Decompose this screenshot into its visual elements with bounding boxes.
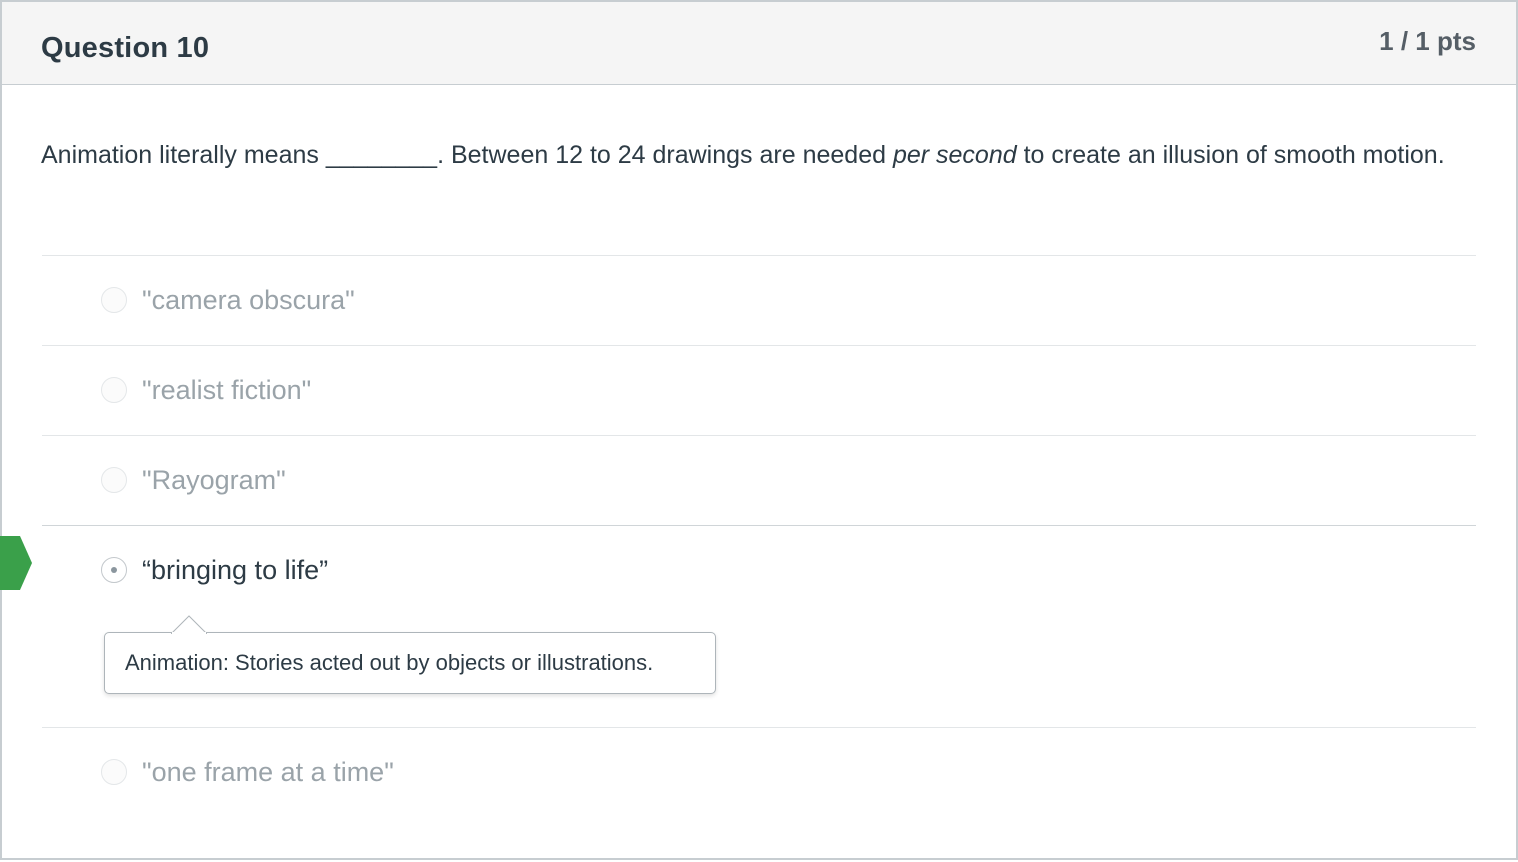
answer-option-3[interactable]: "Rayogram" [42,435,1476,525]
quiz-question-card: Question 10 1 / 1 pts Animation literall… [0,0,1518,860]
question-text: Animation literally means ________. Betw… [41,135,1461,175]
answer-option-4-selected[interactable]: “bringing to life” [42,525,1476,727]
answer-option-1[interactable]: "camera obscura" [42,255,1476,345]
question-text-part-1: Animation literally means ________. Betw… [41,141,893,169]
answer-label: "Rayogram" [142,465,286,495]
question-header: Question 10 1 / 1 pts [2,2,1516,85]
radio-button-icon[interactable] [101,287,127,313]
question-title: Question 10 [41,32,210,64]
tooltip-arrow-icon [171,615,207,634]
feedback-text: Animation: Stories acted out by objects … [125,650,654,675]
answer-label: "camera obscura" [142,285,355,315]
question-text-part-2: to create an illusion of smooth motion. [1016,141,1445,169]
radio-button-checked-icon[interactable] [101,557,127,583]
correct-answer-arrow-icon [0,536,32,590]
answer-label: "one frame at a time" [142,757,394,787]
question-text-emphasis: per second [892,141,1017,169]
answer-option-2[interactable]: "realist fiction" [42,345,1476,435]
question-points: 1 / 1 pts [1379,26,1476,56]
answer-feedback-tooltip: Animation: Stories acted out by objects … [104,615,716,694]
answer-option-5[interactable]: "one frame at a time" [42,727,1476,817]
radio-button-icon[interactable] [101,377,127,403]
radio-button-icon[interactable] [101,467,127,493]
answer-label-selected: “bringing to life” [142,555,329,585]
radio-button-icon[interactable] [101,759,127,785]
answer-label: "realist fiction" [142,375,312,405]
